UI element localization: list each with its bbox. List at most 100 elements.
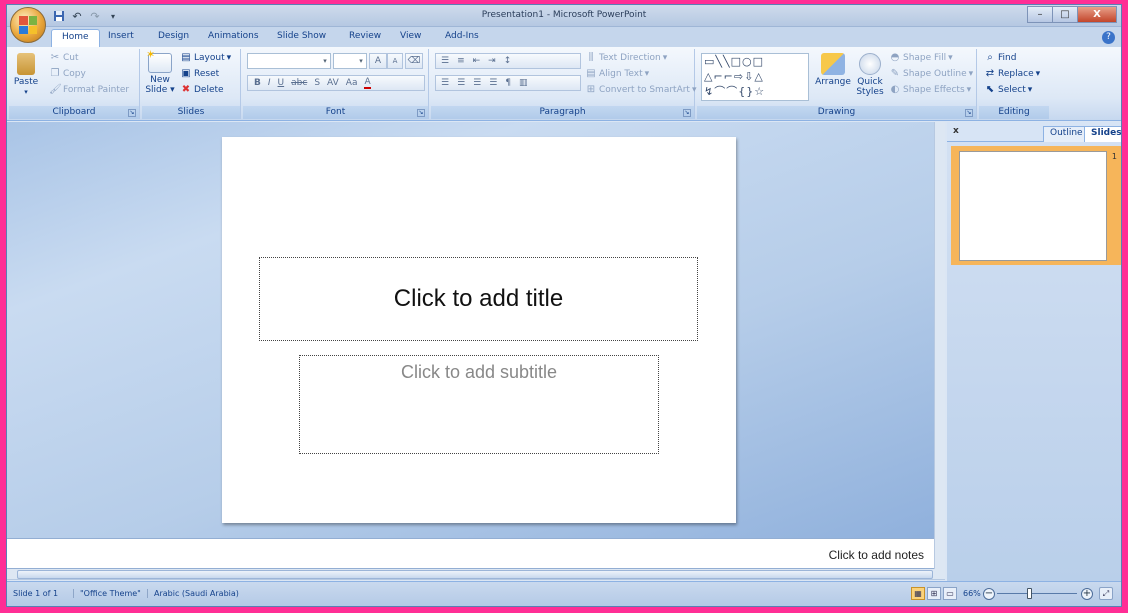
- title-placeholder[interactable]: Click to add title: [259, 257, 698, 341]
- underline-button[interactable]: U: [278, 78, 285, 88]
- columns-icon[interactable]: ▥: [519, 78, 528, 88]
- zoom-slider-knob[interactable]: [1027, 588, 1032, 599]
- font-size-combo[interactable]: ▾: [333, 53, 367, 69]
- shape-fill-label: Shape Fill: [903, 53, 947, 63]
- fit-to-window-icon[interactable]: ⤢: [1099, 587, 1113, 600]
- close-button[interactable]: X: [1077, 6, 1117, 23]
- layout-button[interactable]: ▤ Layout ▾: [180, 52, 231, 64]
- slide-canvas[interactable]: Click to add title Click to add subtitle: [222, 137, 736, 523]
- shadow-button[interactable]: S: [314, 78, 320, 88]
- change-case-button[interactable]: Aa: [346, 78, 358, 88]
- reset-button[interactable]: ▣ Reset: [180, 68, 219, 80]
- align-left-icon[interactable]: ☰: [441, 78, 449, 88]
- format-painter-button[interactable]: 🖌 Format Painter: [49, 84, 129, 96]
- window-title: Presentation1 - Microsoft PowerPoint: [481, 10, 647, 20]
- align-center-icon[interactable]: ☰: [457, 78, 465, 88]
- grow-font-button[interactable]: A: [369, 53, 387, 69]
- horizontal-scrollbar[interactable]: [7, 569, 945, 580]
- slides-group-label: Slides: [142, 106, 240, 119]
- vertical-scrollbar[interactable]: [934, 122, 945, 538]
- notes-placeholder[interactable]: Click to add notes: [829, 548, 924, 562]
- office-button[interactable]: [10, 7, 46, 43]
- tab-home[interactable]: Home: [51, 29, 100, 47]
- font-name-combo[interactable]: ▾: [247, 53, 331, 69]
- increase-indent-icon[interactable]: ⇥: [488, 56, 496, 66]
- font-color-button[interactable]: A: [364, 77, 371, 89]
- horizontal-scroll-thumb[interactable]: [17, 570, 933, 579]
- replace-button[interactable]: ⇄ Replace ▾: [984, 68, 1040, 80]
- pane-header: x Outline Slides: [947, 122, 1121, 142]
- tab-view[interactable]: View: [400, 31, 421, 41]
- close-pane-icon[interactable]: x: [953, 126, 959, 136]
- clipboard-launcher-icon[interactable]: ↘: [128, 109, 136, 117]
- help-icon[interactable]: ?: [1102, 31, 1115, 44]
- justify-icon[interactable]: ☰: [489, 78, 497, 88]
- shape-effects-button[interactable]: ◐ Shape Effects ▾: [889, 84, 972, 96]
- shrink-font-button[interactable]: A: [387, 53, 403, 69]
- zoom-slider-track[interactable]: [997, 593, 1077, 594]
- character-spacing-button[interactable]: AV: [327, 78, 339, 88]
- bold-button[interactable]: B: [254, 78, 261, 88]
- italic-button[interactable]: I: [268, 78, 271, 88]
- strikethrough-button[interactable]: abc: [291, 78, 307, 88]
- paste-button[interactable]: Paste ▾: [13, 53, 39, 97]
- cut-button[interactable]: ✂ Cut: [49, 52, 79, 64]
- tab-slides[interactable]: Slides: [1084, 126, 1121, 142]
- shape-outline-button[interactable]: ✎ Shape Outline ▾: [889, 68, 973, 80]
- rtl-icon[interactable]: ¶: [505, 78, 511, 88]
- reset-icon: ▣: [181, 68, 191, 79]
- minimize-button[interactable]: –: [1027, 6, 1053, 23]
- tab-review[interactable]: Review: [349, 31, 381, 41]
- zoom-level[interactable]: 66%: [963, 589, 981, 598]
- normal-view-icon[interactable]: ▦: [911, 587, 925, 600]
- new-slide-button[interactable]: ✶ New Slide ▾: [145, 49, 175, 95]
- arrange-button[interactable]: Arrange: [813, 53, 853, 87]
- tab-design[interactable]: Design: [158, 31, 189, 41]
- slide-thumbnail-selected[interactable]: 1: [951, 146, 1121, 265]
- convert-smartart-button[interactable]: ⊞ Convert to SmartArt ▾: [585, 84, 697, 96]
- tab-add-ins[interactable]: Add-Ins: [445, 31, 479, 41]
- notes-pane[interactable]: Click to add notes: [7, 538, 934, 569]
- slide-thumbnail[interactable]: [959, 151, 1107, 261]
- grow-font-icon: A: [374, 56, 382, 66]
- find-button[interactable]: ⌕ Find: [984, 52, 1016, 64]
- align-text-button[interactable]: ▤ Align Text ▾: [585, 68, 649, 80]
- shape-fill-button[interactable]: ◓ Shape Fill ▾: [889, 52, 953, 64]
- text-direction-button[interactable]: ⫼ Text Direction ▾: [585, 52, 668, 64]
- decrease-indent-icon[interactable]: ⇤: [473, 56, 481, 66]
- paragraph-launcher-icon[interactable]: ↘: [683, 109, 691, 117]
- editing-group: ⌕ Find ⇄ Replace ▾ ⬉ Select ▾ Editing: [979, 49, 1049, 119]
- select-button[interactable]: ⬉ Select ▾: [984, 84, 1033, 96]
- effects-icon: ◐: [890, 84, 900, 95]
- tab-insert[interactable]: Insert: [108, 31, 134, 41]
- text-direction-icon: ⫼: [588, 52, 594, 63]
- slide-sorter-view-icon[interactable]: ⊞: [927, 587, 941, 600]
- bullets-icon[interactable]: ☰: [441, 56, 449, 66]
- numbering-icon[interactable]: ≡: [457, 56, 465, 66]
- clipboard-group: Paste ▾ ✂ Cut ❐ Copy 🖌 Format Painter Clipbo…: [9, 49, 140, 119]
- shapes-gallery[interactable]: ▭╲╲□○□ △⌐⌐⇨⇩△ ↯⌒⌒{}☆: [701, 53, 809, 101]
- language-indicator[interactable]: Arabic (Saudi Arabia): [147, 589, 239, 598]
- drawing-launcher-icon[interactable]: ↘: [965, 109, 973, 117]
- clear-formatting-button[interactable]: ⌫: [405, 53, 423, 69]
- tab-slide-show[interactable]: Slide Show: [277, 31, 326, 41]
- maximize-button[interactable]: □: [1052, 6, 1078, 23]
- chevron-down-icon: ▾: [323, 57, 327, 65]
- quick-styles-button[interactable]: Quick Styles: [853, 53, 887, 97]
- copy-button[interactable]: ❐ Copy: [49, 68, 86, 80]
- zoom-out-icon[interactable]: −: [983, 588, 995, 600]
- zoom-in-icon[interactable]: +: [1081, 588, 1093, 600]
- align-right-icon[interactable]: ☰: [473, 78, 481, 88]
- font-launcher-icon[interactable]: ↘: [417, 109, 425, 117]
- delete-button[interactable]: ✖ Delete: [180, 84, 224, 96]
- theme-name[interactable]: "Office Theme": [73, 589, 141, 598]
- slide-counter: Slide 1 of 1: [13, 589, 59, 598]
- line-spacing-icon[interactable]: ↕: [504, 56, 512, 66]
- find-label: Find: [998, 53, 1017, 63]
- smartart-icon: ⊞: [586, 84, 596, 95]
- notes-scrollbar[interactable]: [934, 538, 945, 569]
- slideshow-view-icon[interactable]: ▭: [943, 587, 957, 600]
- tab-animations[interactable]: Animations: [208, 31, 259, 41]
- subtitle-placeholder[interactable]: Click to add subtitle: [299, 355, 659, 454]
- tab-outline[interactable]: Outline: [1043, 126, 1090, 142]
